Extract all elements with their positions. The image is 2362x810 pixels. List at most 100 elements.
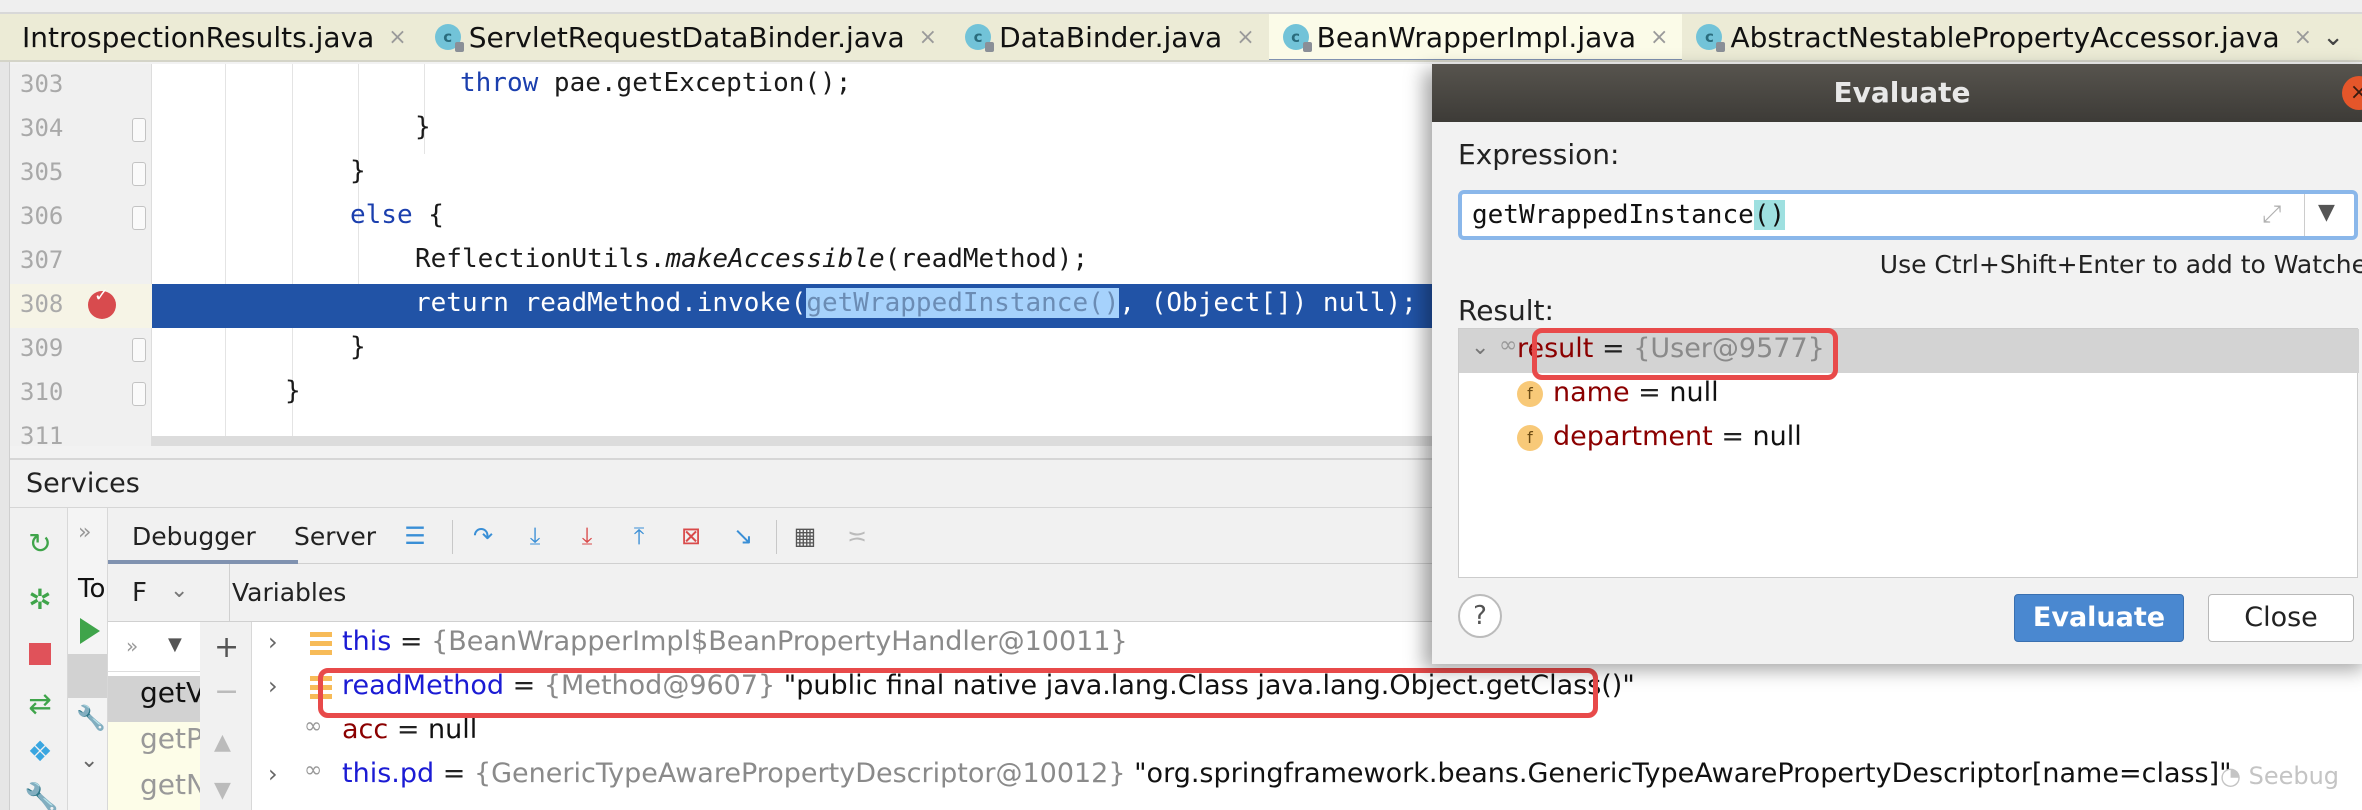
- fold-marker-icon[interactable]: [132, 118, 146, 142]
- fold-marker-icon[interactable]: [132, 338, 146, 362]
- stop-icon[interactable]: [24, 638, 56, 670]
- matched-parens: (): [1753, 200, 1786, 230]
- code-line[interactable]: 305}: [10, 152, 1440, 196]
- services-side-toolbar: ↻ ✲ ⇄ ❖ 🔧: [10, 508, 68, 810]
- code-line[interactable]: 308 return readMethod.invoke(getWrappedIn…: [10, 284, 1440, 328]
- services-panel-header: Services: [10, 458, 1440, 508]
- force-step-into-icon[interactable]: ⤓: [572, 520, 602, 552]
- group-services-icon[interactable]: ❖: [24, 736, 56, 768]
- result-field-row[interactable]: f department = null: [1517, 421, 1802, 465]
- thread-dropdown-icon[interactable]: ▼: [168, 634, 182, 655]
- close-icon[interactable]: ×: [2294, 25, 2312, 50]
- tab-introspection-results[interactable]: IntrospectionResults.java ×: [0, 14, 421, 60]
- trace-stream-icon[interactable]: ≍: [842, 520, 872, 552]
- input-separator: [2304, 194, 2305, 236]
- expand-chevron-icon[interactable]: ›: [268, 672, 278, 700]
- code-editor[interactable]: 303 throw pae.getException(); 304} 305} 306 e…: [10, 64, 1440, 446]
- more-chevron-icon[interactable]: »: [126, 634, 138, 658]
- line-number: 303: [20, 70, 64, 98]
- editor-tab-bar: IntrospectionResults.java × c ServletReq…: [0, 14, 2362, 62]
- tab-overflow-chevron-icon[interactable]: ⌄: [2322, 22, 2344, 52]
- threads-layout-icon[interactable]: ☰: [400, 520, 430, 552]
- fold-marker-icon[interactable]: [132, 162, 146, 186]
- code-line[interactable]: 309}: [10, 328, 1440, 372]
- frames-dropdown-chevron-icon[interactable]: ⌄: [170, 578, 188, 603]
- drop-frame-icon[interactable]: ⊠: [676, 520, 706, 552]
- close-icon[interactable]: ×: [919, 25, 937, 50]
- move-down-icon[interactable]: ▼: [214, 778, 231, 803]
- tab-debugger[interactable]: Debugger: [132, 522, 256, 551]
- evaluate-expression-calculator-icon[interactable]: ▦: [790, 520, 820, 552]
- annotation-highlight-box: [1532, 328, 1838, 380]
- tab-data-binder[interactable]: c DataBinder.java ×: [951, 14, 1269, 60]
- fold-marker-icon[interactable]: [132, 206, 146, 230]
- dialog-titlebar: Evaluate ×: [1432, 64, 2362, 122]
- code-token: }: [285, 376, 301, 406]
- variable-row[interactable]: ∞ acc = null: [252, 712, 2352, 756]
- more-chevron-icon[interactable]: »: [78, 520, 91, 545]
- equals-sign: =: [391, 626, 432, 657]
- class-file-icon: c: [1696, 24, 1726, 52]
- line-number: 311: [20, 422, 64, 446]
- variable-value: "org.springframework.beans.GenericTypeAw…: [1125, 758, 2232, 789]
- tab-label: IntrospectionResults.java: [22, 20, 375, 54]
- line-number: 309: [20, 334, 64, 362]
- add-watch-icon[interactable]: +: [214, 630, 239, 665]
- close-button[interactable]: Close: [2208, 594, 2354, 642]
- help-button[interactable]: ?: [1458, 594, 1502, 638]
- line-number: 305: [20, 158, 64, 186]
- variable-text: acc = null: [342, 714, 477, 745]
- debug-bug-icon[interactable]: ✲: [24, 584, 56, 616]
- class-file-icon: c: [434, 24, 464, 52]
- tab-abstract-nestable-property-accessor[interactable]: c AbstractNestablePropertyAccessor.java …: [1682, 14, 2326, 60]
- step-into-icon[interactable]: ⤓: [520, 520, 550, 552]
- code-token: }: [415, 112, 431, 142]
- close-icon[interactable]: ×: [1236, 25, 1254, 50]
- close-icon[interactable]: ×: [1650, 25, 1668, 50]
- code-line[interactable]: 303 throw pae.getException();: [10, 64, 1440, 108]
- code-text: }: [415, 112, 431, 142]
- rerun-icon[interactable]: ↻: [24, 528, 56, 560]
- expand-chevron-icon[interactable]: ›: [268, 760, 278, 788]
- evaluate-button[interactable]: Evaluate: [2014, 594, 2184, 642]
- deploy-arrows-icon[interactable]: ⇄: [24, 688, 56, 720]
- variable-row[interactable]: › ∞ this.pd = {GenericTypeAwarePropertyDes…: [252, 756, 2352, 800]
- settings-wrench-icon[interactable]: 🔧: [24, 782, 59, 810]
- code-line[interactable]: 307 ReflectionUtils.makeAccessible(readMe…: [10, 240, 1440, 284]
- breakpoint-icon[interactable]: [88, 285, 116, 319]
- step-out-icon[interactable]: ⤒: [624, 520, 654, 552]
- variable-name: this: [342, 626, 392, 657]
- variable-text: this = {BeanWrapperImpl$BeanPropertyHand…: [342, 626, 1128, 657]
- close-icon[interactable]: ×: [388, 25, 406, 50]
- code-line[interactable]: 304}: [10, 108, 1440, 152]
- history-dropdown-icon[interactable]: ▼: [2318, 200, 2335, 225]
- expand-chevron-icon[interactable]: ⌄: [80, 748, 98, 773]
- run-to-cursor-icon[interactable]: ↘: [728, 520, 758, 552]
- expression-text[interactable]: getWrappedInstance(): [1472, 200, 1786, 230]
- move-up-icon[interactable]: ▲: [214, 730, 231, 755]
- wrench-icon: 🔧: [76, 704, 106, 732]
- variable-type: {BeanWrapperImpl$BeanPropertyHandler@100…: [431, 626, 1128, 657]
- variable-type: {GenericTypeAwarePropertyDescriptor@1001…: [473, 758, 1126, 789]
- expression-input[interactable]: getWrappedInstance() ⤢ ▼: [1458, 190, 2358, 240]
- services-tree-item[interactable]: To: [78, 574, 105, 604]
- step-over-icon[interactable]: ↷: [468, 520, 498, 552]
- code-line[interactable]: 310}: [10, 372, 1440, 416]
- tab-bean-wrapper-impl[interactable]: c BeanWrapperImpl.java ×: [1268, 14, 1683, 60]
- editor-horizontal-scrollbar[interactable]: [152, 436, 1440, 446]
- line-number: 307: [20, 246, 64, 274]
- tab-servlet-request-data-binder[interactable]: c ServletRequestDataBinder.java ×: [421, 14, 951, 60]
- expand-chevron-icon[interactable]: ›: [268, 628, 278, 656]
- services-tree-selected-row[interactable]: [68, 654, 107, 698]
- code-line[interactable]: 306 else {: [10, 196, 1440, 240]
- dialog-title: Evaluate: [1833, 76, 1971, 109]
- expand-editor-icon[interactable]: ⤢: [2262, 200, 2281, 228]
- collapse-chevron-icon[interactable]: ⌄: [1471, 335, 1489, 360]
- evaluate-dialog: Evaluate × Expression: getWrappedInstanc…: [1432, 64, 2362, 664]
- variable-name: this.pd: [342, 758, 435, 789]
- line-number: 306: [20, 202, 64, 230]
- tab-server[interactable]: Server: [294, 522, 376, 551]
- result-field-row[interactable]: f name = null: [1517, 377, 1719, 421]
- fold-marker-icon[interactable]: [132, 382, 146, 406]
- remove-watch-icon[interactable]: −: [214, 674, 239, 709]
